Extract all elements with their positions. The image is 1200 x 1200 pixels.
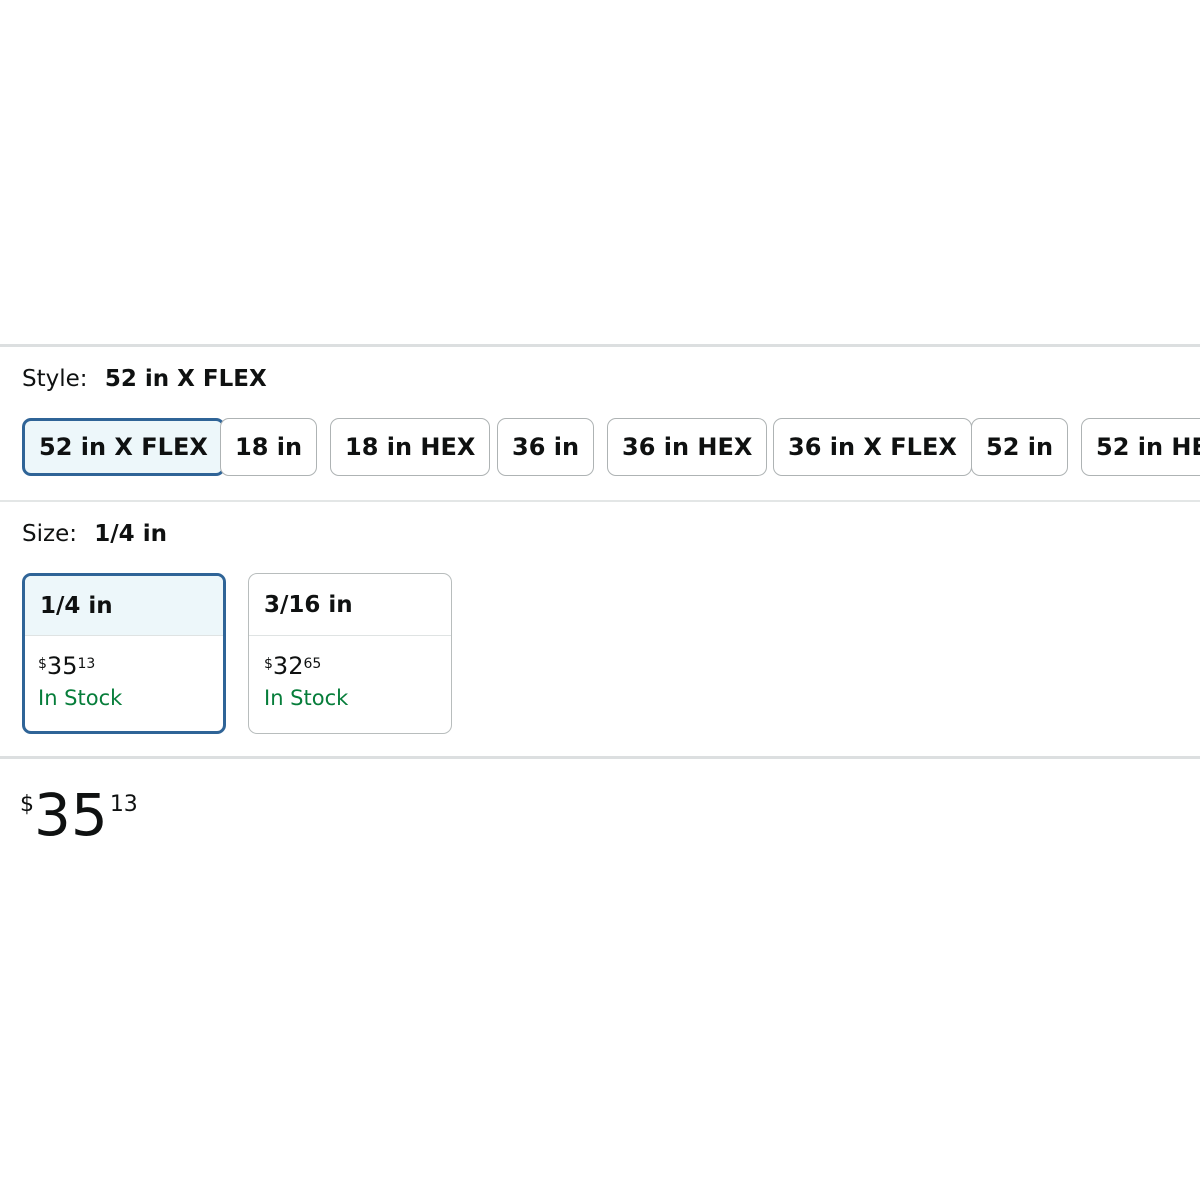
style-option-label: 18 in HEX	[345, 433, 476, 461]
style-option-label: 52 in HEX	[1096, 433, 1200, 461]
availability-text: In Stock	[264, 686, 349, 710]
size-selected-value: 1/4 in	[94, 521, 167, 547]
price-fraction: 13	[109, 792, 138, 817]
style-option-18-in-hex[interactable]: 18 in HEX	[330, 418, 491, 476]
size-option-3-16-in[interactable]: 3/16 in $3265 In Stock	[248, 573, 452, 734]
style-option-52-in-hex[interactable]: 52 in HEX	[1081, 418, 1200, 476]
style-option-label: 36 in HEX	[622, 433, 753, 461]
style-selection-label: Style: 52 in X FLEX	[22, 366, 267, 392]
style-option-label: 18 in	[235, 433, 303, 461]
price-whole: 35	[46, 652, 78, 680]
price-fraction: 65	[303, 656, 322, 672]
style-option-36-in[interactable]: 36 in	[497, 418, 595, 476]
price-currency: $	[20, 792, 34, 817]
style-option-label: 52 in	[986, 433, 1054, 461]
middle-divider	[0, 500, 1200, 502]
size-option-1-4-in[interactable]: 1/4 in $3513 In Stock	[22, 573, 226, 734]
style-option-52-in-x-flex[interactable]: 52 in X FLEX	[22, 418, 225, 476]
price-whole: 35	[34, 781, 108, 849]
price-fraction: 13	[77, 656, 96, 672]
style-options: 52 in X FLEX 18 in 18 in HEX 36 in 36 in…	[22, 418, 1200, 478]
price-currency: $	[38, 656, 47, 672]
style-option-52-in[interactable]: 52 in	[971, 418, 1069, 476]
style-option-36-in-hex[interactable]: 36 in HEX	[607, 418, 768, 476]
style-option-label: 36 in X FLEX	[788, 433, 957, 461]
price-whole: 32	[272, 652, 304, 680]
style-option-label: 36 in	[512, 433, 580, 461]
style-selected-value: 52 in X FLEX	[104, 366, 267, 392]
bottom-divider	[0, 756, 1200, 759]
size-label: Size:	[22, 521, 77, 547]
product-price: $3513	[20, 786, 138, 844]
size-option-price: $3265	[249, 654, 451, 678]
style-option-18-in[interactable]: 18 in	[220, 418, 318, 476]
size-selection-label: Size: 1/4 in	[22, 521, 167, 547]
top-divider	[0, 344, 1200, 347]
style-option-36-in-x-flex[interactable]: 36 in X FLEX	[773, 418, 972, 476]
availability-text: In Stock	[38, 686, 123, 710]
style-option-label: 52 in X FLEX	[39, 433, 208, 461]
size-option-price: $3513	[25, 654, 223, 678]
size-option-label: 1/4 in	[25, 576, 223, 636]
price-currency: $	[264, 656, 273, 672]
size-option-label: 3/16 in	[249, 574, 451, 636]
style-label: Style:	[22, 366, 88, 392]
